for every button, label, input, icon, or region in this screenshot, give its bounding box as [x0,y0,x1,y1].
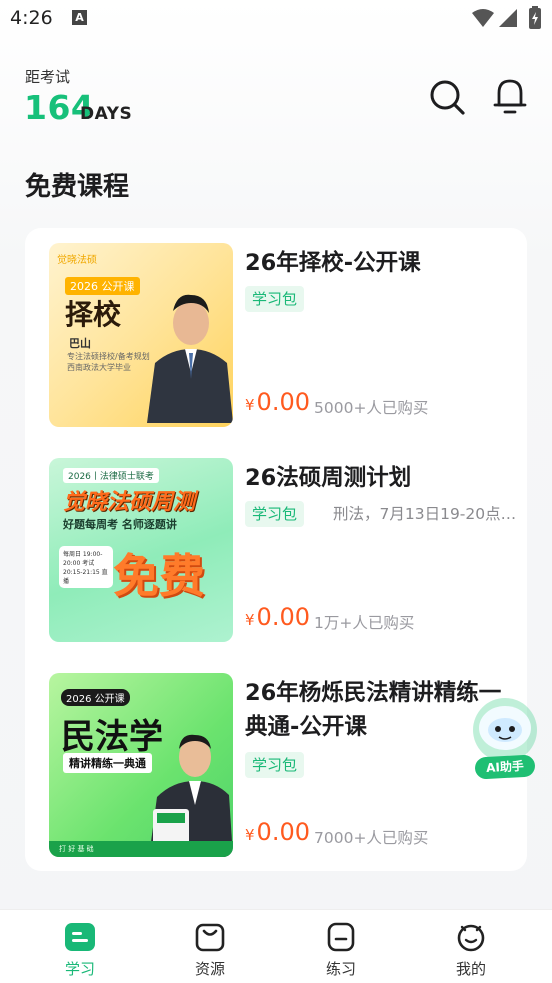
course-tag: 学习包 [245,286,305,312]
nav-item-resources[interactable]: 资源 [150,910,270,983]
course-title: 26年择校-公开课 [245,250,421,276]
thumb-subtitle: 好题每周考 名师逐题讲 [63,518,177,531]
course-title: 26法硕周测计划 [245,465,412,491]
thumb-headline: 择校 [65,298,122,331]
course-thumbnail: 觉晓法硕 2026 公开课 择校 巴山 专注法硕择校/备考规划 西南政法大学毕业 [49,243,233,427]
course-item[interactable]: 2026丨法律硕士联考 觉晓法硕周测 好题每周考 名师逐题讲 每周日 19:00… [25,443,527,642]
thumb-footer: 打 好 基 础 [49,841,233,857]
course-desc: 刑法，7月13日19-20点… [333,505,517,523]
section-title: 免费课程 [25,172,130,202]
nav-label: 学习 [64,960,95,978]
countdown-label: 距考试 [25,68,71,86]
course-buyers: 1万+人已购买 [314,614,415,632]
nav-label: 练习 [325,960,356,978]
teacher-photo [149,734,233,857]
ai-robot-icon [473,698,537,762]
book-icon [65,923,95,951]
nav-item-mine[interactable]: 我的 [411,910,531,983]
thumb-headline: 觉晓法硕周测 [63,490,196,515]
teacher-photo [147,294,233,423]
price-value: 0.00 [256,818,310,846]
price-symbol: ¥ [245,396,255,414]
practice-icon [327,922,355,952]
ai-assistant-label[interactable]: AI助手 [474,754,536,780]
nav-item-study[interactable]: 学习 [20,910,140,983]
status-time: 4:26 [10,7,53,29]
bell-icon [493,79,527,114]
bottom-nav: 学习 资源 练习 我的 [0,909,552,983]
notification-a-icon: A [72,10,87,25]
course-buyers: 5000+人已购买 [314,399,429,417]
search-icon [430,80,465,115]
price-value: 0.00 [256,603,310,631]
wifi-icon [472,9,494,27]
thumb-free: 免费 [113,549,205,603]
course-price: ¥0.00 [245,603,310,631]
thumb-schedule: 每周日 19:00-20:00 考试 20:15-21:15 直播 [59,546,113,588]
course-list: 觉晓法硕 2026 公开课 择校 巴山 专注法硕择校/备考规划 西南政法大学毕业… [25,228,527,871]
signal-icon [499,9,517,27]
nav-label: 我的 [455,960,486,978]
price-symbol: ¥ [245,826,255,844]
price-symbol: ¥ [245,611,255,629]
course-buyers: 7000+人已购买 [314,829,429,847]
nav-item-practice[interactable]: 练习 [281,910,401,983]
nav-label: 资源 [194,960,225,978]
thumb-brand: 觉晓法硕 [57,255,97,266]
course-tag: 学习包 [245,501,305,527]
course-price: ¥0.00 [245,388,310,416]
profile-icon [457,924,485,952]
thumb-subtitle: 精讲精练一典通 [63,753,152,773]
thumb-top: 2026丨法律硕士联考 [63,468,159,483]
search-button[interactable] [428,78,466,116]
price-value: 0.00 [256,388,310,416]
battery-icon [529,6,541,29]
countdown-unit: DAYS [80,104,133,124]
thumb-year: 2026 公开课 [61,689,130,706]
course-item[interactable]: 觉晓法硕 2026 公开课 择校 巴山 专注法硕择校/备考规划 西南政法大学毕业… [25,228,527,427]
course-item[interactable]: 2026 公开课 民法学 精讲精练一典通 打 好 基 础 26年杨烁民法精讲精练… [25,658,527,857]
course-thumbnail: 2026 公开课 民法学 精讲精练一典通 打 好 基 础 [49,673,233,857]
thumb-teacher: 巴山 [69,337,91,350]
course-price: ¥0.00 [245,818,310,846]
course-tag: 学习包 [245,752,305,778]
course-thumbnail: 2026丨法律硕士联考 觉晓法硕周测 好题每周考 名师逐题讲 每周日 19:00… [49,458,233,642]
notification-button[interactable] [492,77,528,115]
status-bar: 4:26 A [0,0,552,38]
thumb-headline: 民法学 [61,717,163,757]
bag-icon [195,923,225,952]
